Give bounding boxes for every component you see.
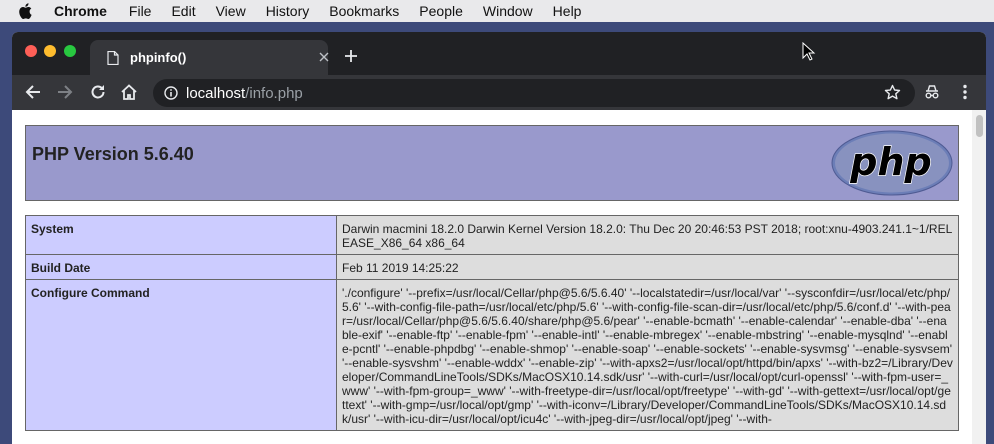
close-tab-icon[interactable] bbox=[316, 49, 332, 65]
tab-phpinfo[interactable]: phpinfo() bbox=[90, 40, 329, 75]
table-row: System Darwin macmini 18.2.0 Darwin Kern… bbox=[25, 215, 959, 255]
url-text[interactable]: localhost/info.php bbox=[186, 85, 303, 102]
row-key: Configure Command bbox=[25, 279, 337, 431]
address-bar[interactable]: localhost/info.php bbox=[153, 79, 915, 107]
back-icon[interactable] bbox=[24, 83, 42, 101]
mouse-cursor-icon bbox=[802, 41, 816, 62]
menu-window[interactable]: Window bbox=[483, 3, 533, 19]
page-viewport[interactable]: PHP Version 5.6.40 php System Darwin mac… bbox=[12, 110, 986, 444]
menu-help[interactable]: Help bbox=[553, 3, 582, 19]
menu-view[interactable]: View bbox=[216, 3, 246, 19]
phpinfo-table: System Darwin macmini 18.2.0 Darwin Kern… bbox=[25, 215, 959, 431]
incognito-icon[interactable] bbox=[923, 83, 941, 101]
php-version-title: PHP Version 5.6.40 bbox=[32, 144, 194, 164]
table-row: Configure Command './configure' '--prefi… bbox=[25, 279, 959, 431]
php-logo[interactable]: php bbox=[831, 130, 953, 201]
site-info-icon[interactable] bbox=[164, 86, 178, 100]
close-window-button[interactable] bbox=[25, 45, 37, 57]
table-row: Build Date Feb 11 2019 14:25:22 bbox=[25, 254, 959, 280]
browser-window: phpinfo() localhost/info.php PHP Version… bbox=[12, 32, 986, 444]
menu-app-name[interactable]: Chrome bbox=[54, 3, 107, 19]
menu-people[interactable]: People bbox=[419, 3, 463, 19]
vertical-scrollbar[interactable] bbox=[972, 110, 986, 444]
url-path: /info.php bbox=[245, 85, 303, 102]
minimize-window-button[interactable] bbox=[44, 45, 56, 57]
menu-file[interactable]: File bbox=[129, 3, 152, 19]
document-icon bbox=[107, 50, 119, 65]
tab-strip: phpinfo() bbox=[12, 32, 986, 75]
browser-toolbar: localhost/info.php bbox=[12, 75, 986, 110]
macos-menu-bar: Chrome File Edit View History Bookmarks … bbox=[0, 0, 994, 22]
zoom-window-button[interactable] bbox=[64, 45, 76, 57]
menu-edit[interactable]: Edit bbox=[171, 3, 195, 19]
row-value: './configure' '--prefix=/usr/local/Cella… bbox=[336, 279, 959, 431]
home-icon[interactable] bbox=[120, 83, 138, 101]
bookmark-star-icon[interactable] bbox=[883, 83, 901, 101]
scrollbar-thumb[interactable] bbox=[976, 115, 983, 137]
tab-title: phpinfo() bbox=[130, 50, 187, 65]
new-tab-icon[interactable] bbox=[343, 48, 359, 64]
apple-icon[interactable] bbox=[18, 3, 34, 19]
menu-history[interactable]: History bbox=[266, 3, 310, 19]
php-version-header: PHP Version 5.6.40 php bbox=[25, 125, 959, 201]
row-value: Feb 11 2019 14:25:22 bbox=[336, 254, 959, 280]
menu-bookmarks[interactable]: Bookmarks bbox=[329, 3, 399, 19]
menu-kebab-icon[interactable] bbox=[956, 83, 974, 101]
reload-icon[interactable] bbox=[89, 83, 107, 101]
url-host: localhost bbox=[186, 85, 246, 102]
svg-text:php: php bbox=[849, 140, 931, 184]
forward-icon[interactable] bbox=[56, 83, 74, 101]
row-key: System bbox=[25, 215, 337, 255]
row-key: Build Date bbox=[25, 254, 337, 280]
row-value: Darwin macmini 18.2.0 Darwin Kernel Vers… bbox=[336, 215, 959, 255]
